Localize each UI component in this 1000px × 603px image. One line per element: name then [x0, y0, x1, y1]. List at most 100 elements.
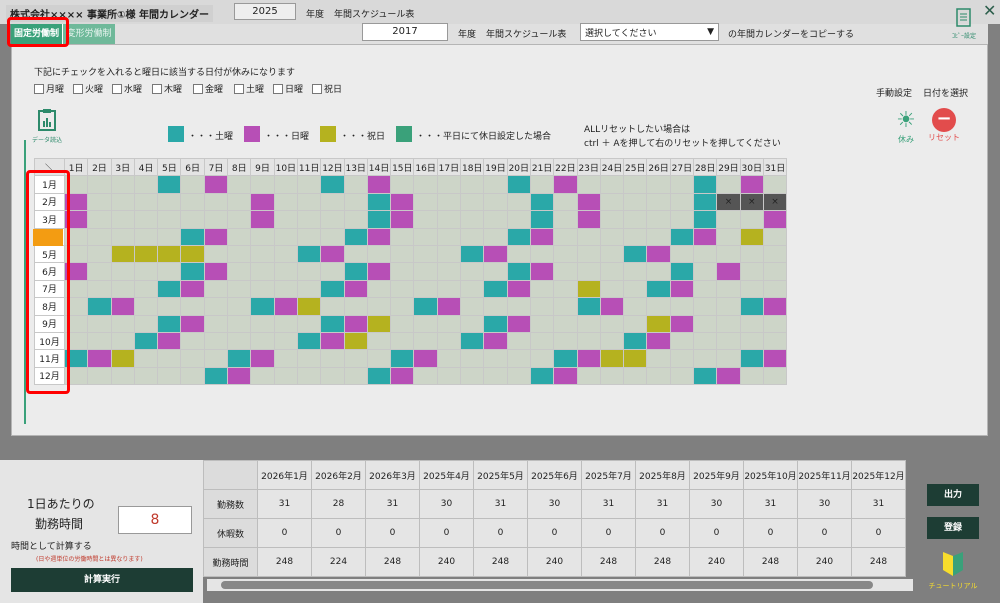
- day-cell[interactable]: [553, 175, 578, 194]
- day-cell[interactable]: [576, 262, 601, 281]
- day-cell[interactable]: [157, 297, 182, 316]
- day-cell[interactable]: [110, 349, 135, 368]
- day-cell[interactable]: [599, 331, 625, 351]
- weekday-checkbox[interactable]: 火曜: [73, 82, 103, 95]
- day-cell[interactable]: [529, 210, 555, 229]
- day-cell[interactable]: [343, 175, 368, 194]
- day-cell[interactable]: [180, 297, 205, 316]
- day-cell[interactable]: [553, 366, 578, 386]
- day-cell[interactable]: [460, 366, 485, 386]
- day-cell[interactable]: [133, 227, 159, 246]
- day-cell[interactable]: [390, 314, 415, 333]
- hours-input[interactable]: 8: [118, 506, 192, 534]
- day-cell[interactable]: [157, 244, 182, 264]
- day-cell[interactable]: [623, 210, 648, 229]
- day-cell[interactable]: [157, 331, 182, 351]
- day-cell[interactable]: [669, 366, 695, 386]
- day-cell[interactable]: [762, 331, 788, 351]
- day-cell[interactable]: [506, 175, 531, 194]
- day-cell[interactable]: [553, 314, 578, 333]
- day-cell[interactable]: [180, 279, 205, 299]
- checkbox-box[interactable]: [112, 83, 122, 94]
- day-cell[interactable]: [390, 349, 415, 368]
- day-cell[interactable]: [553, 227, 578, 246]
- day-cell[interactable]: [739, 262, 764, 281]
- day-cell[interactable]: [460, 349, 485, 368]
- weekday-checkbox[interactable]: 水曜: [112, 82, 142, 95]
- day-cell[interactable]: [553, 262, 578, 281]
- day-cell[interactable]: [157, 279, 182, 299]
- day-cell[interactable]: [157, 192, 182, 212]
- day-cell[interactable]: [762, 279, 788, 299]
- day-cell[interactable]: [436, 297, 462, 316]
- day-cell[interactable]: [343, 244, 368, 264]
- day-cell[interactable]: [646, 297, 671, 316]
- day-cell[interactable]: [716, 227, 741, 246]
- day-cell[interactable]: [296, 314, 322, 333]
- day-cell[interactable]: [413, 331, 438, 351]
- summary-scrollbar[interactable]: [207, 579, 913, 591]
- day-cell[interactable]: [320, 210, 345, 229]
- day-cell[interactable]: [157, 262, 182, 281]
- day-cell[interactable]: [460, 175, 485, 194]
- day-cell[interactable]: [110, 331, 135, 351]
- day-cell[interactable]: [296, 244, 322, 264]
- day-cell[interactable]: [343, 227, 368, 246]
- weekday-checkbox[interactable]: 月曜: [34, 82, 64, 95]
- day-cell[interactable]: [529, 314, 555, 333]
- day-cell[interactable]: [296, 192, 322, 212]
- day-cell[interactable]: [739, 366, 764, 386]
- day-cell[interactable]: [460, 227, 485, 246]
- day-cell[interactable]: [180, 227, 205, 246]
- day-cell[interactable]: [483, 262, 508, 281]
- day-cell[interactable]: [413, 244, 438, 264]
- day-cell[interactable]: [739, 210, 764, 229]
- day-cell[interactable]: [460, 279, 485, 299]
- day-cell[interactable]: [273, 227, 298, 246]
- day-cell[interactable]: [646, 279, 671, 299]
- day-cell[interactable]: [693, 366, 718, 386]
- day-cell[interactable]: [529, 366, 555, 386]
- day-cell[interactable]: [646, 349, 671, 368]
- day-cell[interactable]: [483, 244, 508, 264]
- day-cell[interactable]: [87, 175, 112, 194]
- day-cell[interactable]: [623, 279, 648, 299]
- day-cell[interactable]: [273, 244, 298, 264]
- day-cell[interactable]: [739, 175, 764, 194]
- day-cell[interactable]: [529, 192, 555, 212]
- day-cell[interactable]: [460, 192, 485, 212]
- day-cell[interactable]: [483, 279, 508, 299]
- day-cell[interactable]: [506, 314, 531, 333]
- day-cell[interactable]: [460, 210, 485, 229]
- day-cell[interactable]: [623, 331, 648, 351]
- day-cell[interactable]: [343, 279, 368, 299]
- checkbox-box[interactable]: [312, 83, 322, 94]
- day-cell[interactable]: [693, 262, 718, 281]
- day-cell[interactable]: [227, 366, 252, 386]
- day-cell[interactable]: [157, 175, 182, 194]
- day-cell[interactable]: [320, 331, 345, 351]
- day-cell[interactable]: [413, 279, 438, 299]
- day-cell[interactable]: [180, 210, 205, 229]
- day-cell[interactable]: [623, 297, 648, 316]
- day-cell[interactable]: [739, 244, 764, 264]
- weekday-checkbox[interactable]: 金曜: [193, 82, 223, 95]
- checkbox-box[interactable]: [193, 83, 203, 94]
- day-cell[interactable]: [250, 262, 275, 281]
- day-cell[interactable]: [133, 331, 159, 351]
- day-cell[interactable]: [250, 244, 275, 264]
- day-cell[interactable]: [716, 331, 741, 351]
- day-cell[interactable]: [203, 297, 229, 316]
- day-cell[interactable]: [203, 244, 229, 264]
- day-cell[interactable]: [436, 227, 462, 246]
- day-cell[interactable]: [133, 175, 159, 194]
- day-cell[interactable]: [669, 262, 695, 281]
- day-cell[interactable]: [203, 175, 229, 194]
- day-cell[interactable]: [599, 262, 625, 281]
- day-cell[interactable]: [436, 210, 462, 229]
- day-cell[interactable]: [460, 262, 485, 281]
- day-cell[interactable]: [483, 227, 508, 246]
- day-cell[interactable]: [343, 297, 368, 316]
- day-cell[interactable]: ×: [762, 192, 788, 212]
- day-cell[interactable]: [762, 227, 788, 246]
